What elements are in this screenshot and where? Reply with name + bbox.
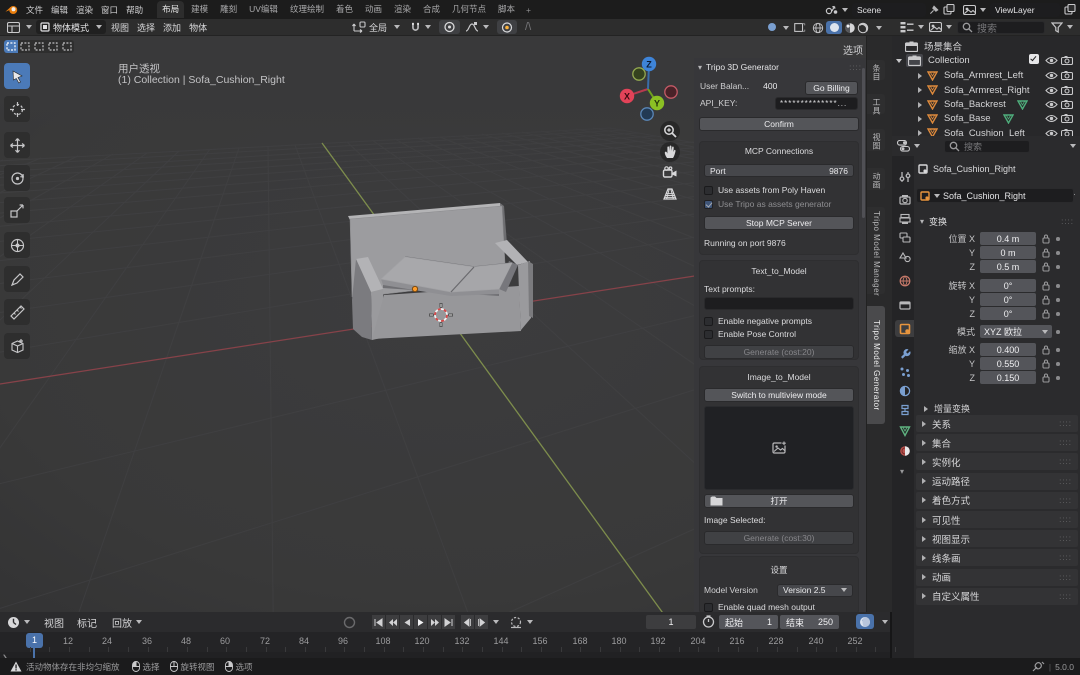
svg-text:Z: Z (646, 60, 652, 70)
svg-text:Y: Y (654, 99, 660, 109)
svg-text:X: X (624, 92, 630, 102)
